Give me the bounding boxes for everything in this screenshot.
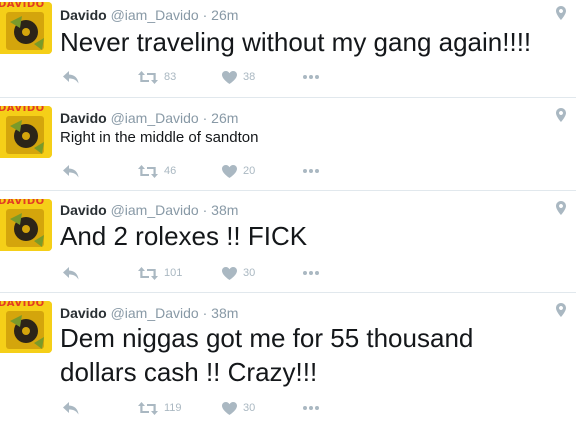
like-count: 30: [243, 267, 256, 279]
tweet-text: Never traveling without my gang again!!!…: [60, 27, 532, 57]
timestamp[interactable]: 38m: [211, 202, 238, 218]
tweet-header: Davido @iam_Davido · 26m: [60, 110, 238, 126]
more-icon: [303, 169, 319, 173]
username[interactable]: @iam_Davido: [111, 7, 199, 23]
more-button[interactable]: [303, 265, 319, 281]
display-name[interactable]: Davido: [60, 202, 107, 218]
tweet-actions: 46 20: [60, 163, 360, 179]
more-icon: [303, 75, 319, 79]
retweet-count: 119: [164, 402, 182, 414]
avatar-text: DAVIDO: [0, 106, 45, 114]
username[interactable]: @iam_Davido: [111, 110, 199, 126]
tweet-header: Davido @iam_Davido · 38m: [60, 202, 238, 218]
timestamp[interactable]: 26m: [211, 110, 238, 126]
avatar[interactable]: DAVIDO: [0, 2, 52, 54]
heart-icon: [222, 164, 237, 178]
reply-icon: [63, 164, 79, 177]
like-count: 30: [243, 402, 256, 414]
display-name[interactable]: Davido: [60, 110, 107, 126]
tweet-header: Davido @iam_Davido · 38m: [60, 305, 238, 321]
reply-button[interactable]: [63, 265, 79, 281]
reply-icon: [63, 70, 79, 83]
reply-icon: [63, 401, 79, 414]
timestamp[interactable]: 38m: [211, 305, 238, 321]
retweet-icon: [138, 401, 158, 415]
like-button[interactable]: 38: [222, 69, 255, 85]
separator: ·: [202, 110, 208, 126]
like-button[interactable]: 20: [222, 163, 255, 179]
tweet-text: Dem niggas got me for 55 thousand dollar…: [60, 323, 474, 387]
location-pin-icon[interactable]: [556, 108, 566, 122]
location-pin-icon[interactable]: [556, 303, 566, 317]
tweet-text: And 2 rolexes !! FICK: [60, 221, 308, 251]
reply-button[interactable]: [63, 69, 79, 85]
tweet-actions: 119 30: [60, 400, 360, 416]
heart-icon: [222, 70, 237, 84]
like-button[interactable]: 30: [222, 265, 255, 281]
more-button[interactable]: [303, 69, 319, 85]
tweet-text: Right in the middle of sandton: [60, 129, 259, 146]
tweet[interactable]: DAVIDO Davido @iam_Davido · 38m And 2 ro…: [0, 191, 576, 293]
retweet-button[interactable]: 83: [138, 69, 176, 85]
retweet-count: 83: [164, 71, 177, 83]
username[interactable]: @iam_Davido: [111, 202, 199, 218]
tweet-header: Davido @iam_Davido · 26m: [60, 7, 238, 23]
avatar-text: DAVIDO: [0, 199, 45, 207]
username[interactable]: @iam_Davido: [111, 305, 199, 321]
location-pin-icon[interactable]: [556, 6, 566, 20]
avatar-text: DAVIDO: [0, 301, 45, 309]
tweet[interactable]: DAVIDO Davido @iam_Davido · 26m Right in…: [0, 98, 576, 191]
tweet[interactable]: DAVIDO Davido @iam_Davido · 38m Dem nigg…: [0, 293, 576, 430]
location-pin-icon[interactable]: [556, 201, 566, 215]
display-name[interactable]: Davido: [60, 7, 107, 23]
timestamp[interactable]: 26m: [211, 7, 238, 23]
like-count: 20: [243, 165, 256, 177]
tweet[interactable]: DAVIDO Davido @iam_Davido · 26m Never tr…: [0, 0, 576, 98]
tweet-actions: 83 38: [60, 69, 360, 85]
separator: ·: [202, 305, 208, 321]
separator: ·: [202, 202, 208, 218]
avatar-text: DAVIDO: [0, 2, 45, 10]
retweet-icon: [138, 164, 158, 178]
heart-icon: [222, 401, 237, 415]
avatar[interactable]: DAVIDO: [0, 301, 52, 353]
more-icon: [303, 271, 319, 275]
retweet-count: 46: [164, 165, 177, 177]
more-button[interactable]: [303, 163, 319, 179]
like-button[interactable]: 30: [222, 400, 255, 416]
avatar[interactable]: DAVIDO: [0, 199, 52, 251]
retweet-button[interactable]: 46: [138, 163, 176, 179]
like-count: 38: [243, 71, 256, 83]
reply-icon: [63, 266, 79, 279]
more-icon: [303, 406, 319, 410]
heart-icon: [222, 266, 237, 280]
display-name[interactable]: Davido: [60, 305, 107, 321]
tweet-actions: 101 30: [60, 265, 360, 281]
retweet-count: 101: [164, 267, 183, 279]
retweet-icon: [138, 70, 158, 84]
retweet-button[interactable]: 101: [138, 265, 182, 281]
reply-button[interactable]: [63, 163, 79, 179]
more-button[interactable]: [303, 400, 319, 416]
reply-button[interactable]: [63, 400, 79, 416]
retweet-button[interactable]: 119: [138, 400, 182, 416]
separator: ·: [202, 7, 208, 23]
avatar[interactable]: DAVIDO: [0, 106, 52, 158]
retweet-icon: [138, 266, 158, 280]
